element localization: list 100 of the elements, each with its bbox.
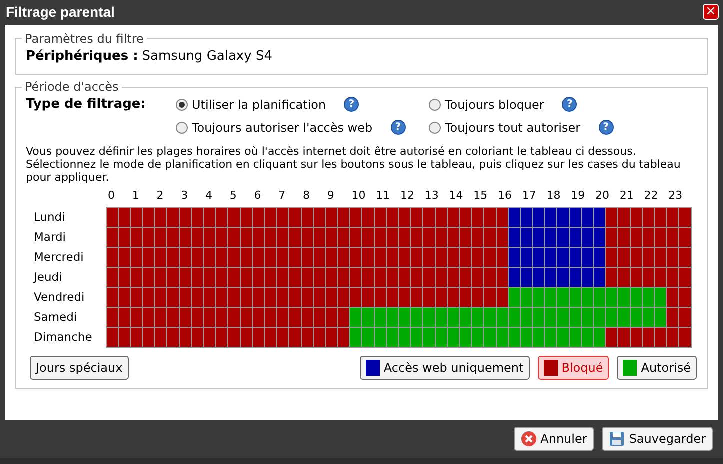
- schedule-cell[interactable]: [350, 207, 362, 228]
- mode-button[interactable]: Autorisé: [617, 356, 697, 380]
- schedule-cell[interactable]: [484, 207, 496, 228]
- schedule-cell[interactable]: [179, 207, 192, 228]
- schedule-cell[interactable]: [556, 207, 570, 228]
- hour-label: 10: [352, 189, 366, 202]
- help-icon[interactable]: ?: [562, 97, 578, 112]
- schedule-cell[interactable]: [618, 207, 630, 228]
- schedule-cell[interactable]: [386, 207, 398, 228]
- schedule-cell[interactable]: [678, 207, 691, 228]
- schedule-cell[interactable]: [422, 207, 436, 228]
- schedule-cell[interactable]: [118, 207, 130, 228]
- schedule-cell[interactable]: [496, 207, 508, 228]
- day-label: Vendredi: [34, 290, 85, 304]
- help-icon[interactable]: ?: [344, 97, 360, 112]
- radio-button[interactable]: [176, 98, 188, 111]
- schedule-cell[interactable]: [106, 267, 118, 288]
- hour-label: 5: [230, 189, 237, 202]
- schedule-cell[interactable]: [544, 207, 557, 228]
- schedule-cell[interactable]: [276, 207, 289, 228]
- schedule-cell[interactable]: [106, 327, 118, 348]
- day-label: Jeudi: [34, 270, 62, 284]
- schedule-cell[interactable]: [581, 207, 594, 228]
- day-label: Mercredi: [34, 250, 84, 264]
- schedule-cell[interactable]: [569, 207, 582, 228]
- hour-label: 13: [424, 189, 439, 202]
- schedule-cell[interactable]: [301, 207, 314, 228]
- hour-label: 15: [474, 189, 488, 202]
- schedule-cell[interactable]: [532, 207, 545, 228]
- hour-label: 4: [206, 189, 212, 202]
- section-legend: Paramètres du filtre: [22, 32, 147, 45]
- schedule-cell[interactable]: [666, 207, 679, 228]
- day-label: Lundi: [34, 210, 66, 224]
- schedule-cell[interactable]: [252, 207, 264, 228]
- schedule-cell[interactable]: [435, 207, 448, 228]
- schedule-cell[interactable]: [606, 207, 618, 228]
- instructions-text: Vous pouvez définir les plages horaires où l'accès internet doit être autorisé en coloriant le tableau ci dessous. Sélectionnez le mode de planification en cliquant sur les boutons sous le tableau, puis cliquez sur les cases du tableau pour appliquer.: [26, 144, 682, 184]
- mode-button[interactable]: Accès web uniquement: [360, 356, 530, 380]
- schedule-cell[interactable]: [642, 207, 654, 228]
- schedule-cell[interactable]: [166, 207, 180, 228]
- cancel-icon: [520, 431, 537, 447]
- option-label[interactable]: Toujours autoriser l'accès web: [192, 118, 373, 137]
- save-button[interactable]: Sauvegarder: [602, 427, 713, 451]
- schedule-cell[interactable]: [398, 207, 411, 228]
- schedule-cell[interactable]: [459, 207, 472, 228]
- schedule-cell[interactable]: [106, 307, 118, 328]
- schedule-cell[interactable]: [630, 207, 642, 228]
- schedule-cell[interactable]: [374, 207, 386, 228]
- schedule-cell[interactable]: [142, 207, 155, 228]
- close-button[interactable]: ×: [703, 4, 719, 20]
- schedule-cell[interactable]: [228, 207, 240, 228]
- radio-button[interactable]: [176, 122, 188, 134]
- radio-button[interactable]: [429, 98, 441, 111]
- hour-label: 21: [620, 189, 634, 202]
- schedule-cell[interactable]: [106, 227, 118, 248]
- hour-label: 8: [303, 189, 310, 202]
- schedule-cell[interactable]: [216, 207, 228, 228]
- hour-label: 14: [449, 189, 464, 202]
- schedule-cell[interactable]: [240, 207, 252, 228]
- help-icon[interactable]: ?: [598, 120, 614, 136]
- window-title: Filtrage parental: [6, 2, 115, 22]
- option-label[interactable]: Toujours tout autoriser: [445, 118, 581, 137]
- schedule-cell[interactable]: [106, 247, 118, 268]
- mode-button[interactable]: Bloqué: [538, 356, 610, 380]
- schedule-cell[interactable]: [654, 207, 667, 228]
- device-name: Samsung Galaxy S4: [142, 48, 272, 66]
- option-label[interactable]: Utiliser la planification: [192, 96, 326, 114]
- schedule-cell[interactable]: [264, 207, 277, 228]
- hour-label: 18: [546, 189, 561, 202]
- schedule-cell[interactable]: [191, 207, 204, 228]
- schedule-cell[interactable]: [325, 207, 338, 228]
- schedule-cell[interactable]: [410, 207, 423, 228]
- schedule-cell[interactable]: [154, 207, 167, 228]
- hour-label: 2: [156, 189, 164, 202]
- hour-label: 9: [327, 189, 334, 202]
- hour-label: 22: [644, 189, 658, 202]
- schedule-cell[interactable]: [288, 207, 301, 228]
- hour-label: 16: [498, 189, 512, 202]
- hour-label: 1: [132, 189, 140, 202]
- option-label[interactable]: Toujours bloquer: [445, 96, 544, 114]
- radio-button[interactable]: [429, 122, 441, 134]
- section-legend: Période d'accès: [22, 81, 122, 94]
- special-days-button[interactable]: Jours spéciaux: [30, 356, 129, 380]
- schedule-cell[interactable]: [130, 207, 143, 228]
- schedule-cell[interactable]: [204, 207, 216, 228]
- hour-label: 12: [400, 189, 414, 202]
- schedule-cell[interactable]: [106, 207, 118, 228]
- schedule-cell[interactable]: [520, 207, 533, 228]
- schedule-cell[interactable]: [313, 207, 326, 228]
- schedule-cell[interactable]: [106, 287, 118, 308]
- hour-label: 11: [376, 189, 390, 202]
- help-icon[interactable]: ?: [390, 120, 406, 136]
- schedule-cell[interactable]: [508, 207, 520, 228]
- hour-label: 23: [668, 189, 683, 202]
- schedule-cell[interactable]: [447, 207, 460, 228]
- schedule-cell[interactable]: [362, 207, 374, 228]
- schedule-cell[interactable]: [594, 207, 606, 228]
- schedule-cell[interactable]: [472, 207, 484, 228]
- schedule-cell[interactable]: [338, 207, 350, 228]
- cancel-button[interactable]: Annuler: [514, 427, 594, 451]
